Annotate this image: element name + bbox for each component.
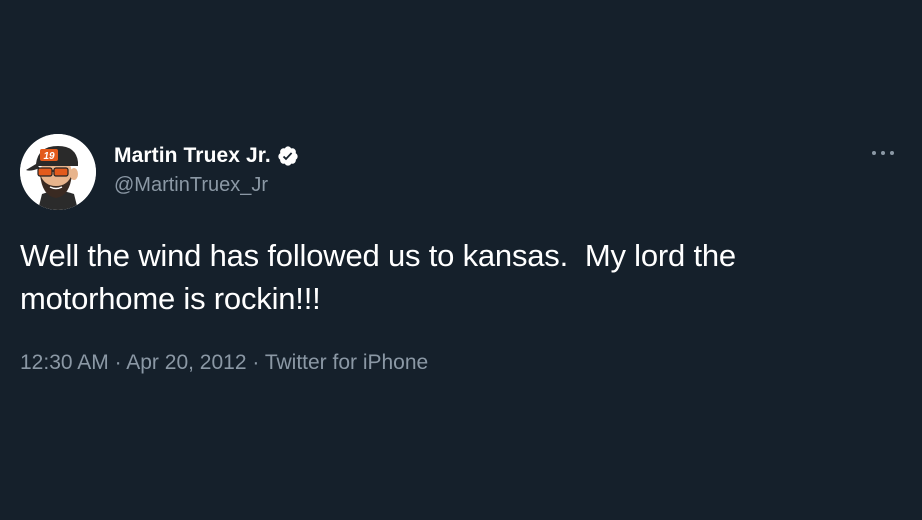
verified-badge-icon — [277, 145, 299, 167]
tweet-time[interactable]: 12:30 AM — [20, 351, 109, 374]
meta-separator: · — [108, 351, 127, 374]
tweet-source[interactable]: Twitter for iPhone — [265, 351, 428, 374]
tweet-card: 19 Martin Truex Jr. @MartinTruex_Jr Well… — [0, 0, 922, 520]
avatar-cartoon-icon: 19 — [20, 134, 96, 210]
tweet-metadata: 12:30 AM · Apr 20, 2012 · Twitter for iP… — [20, 349, 428, 377]
display-name[interactable]: Martin Truex Jr. — [114, 142, 271, 170]
more-options-icon[interactable] — [872, 143, 894, 163]
meta-separator: · — [246, 351, 265, 374]
svg-text:19: 19 — [43, 151, 55, 162]
more-dot — [890, 151, 894, 155]
more-dot — [881, 151, 885, 155]
author-name-row: Martin Truex Jr. — [114, 142, 299, 170]
avatar[interactable]: 19 — [20, 134, 96, 210]
user-handle[interactable]: @MartinTruex_Jr — [114, 172, 268, 198]
tweet-text: Well the wind has followed us to kansas.… — [20, 238, 736, 316]
tweet-date[interactable]: Apr 20, 2012 — [126, 351, 246, 374]
more-dot — [872, 151, 876, 155]
